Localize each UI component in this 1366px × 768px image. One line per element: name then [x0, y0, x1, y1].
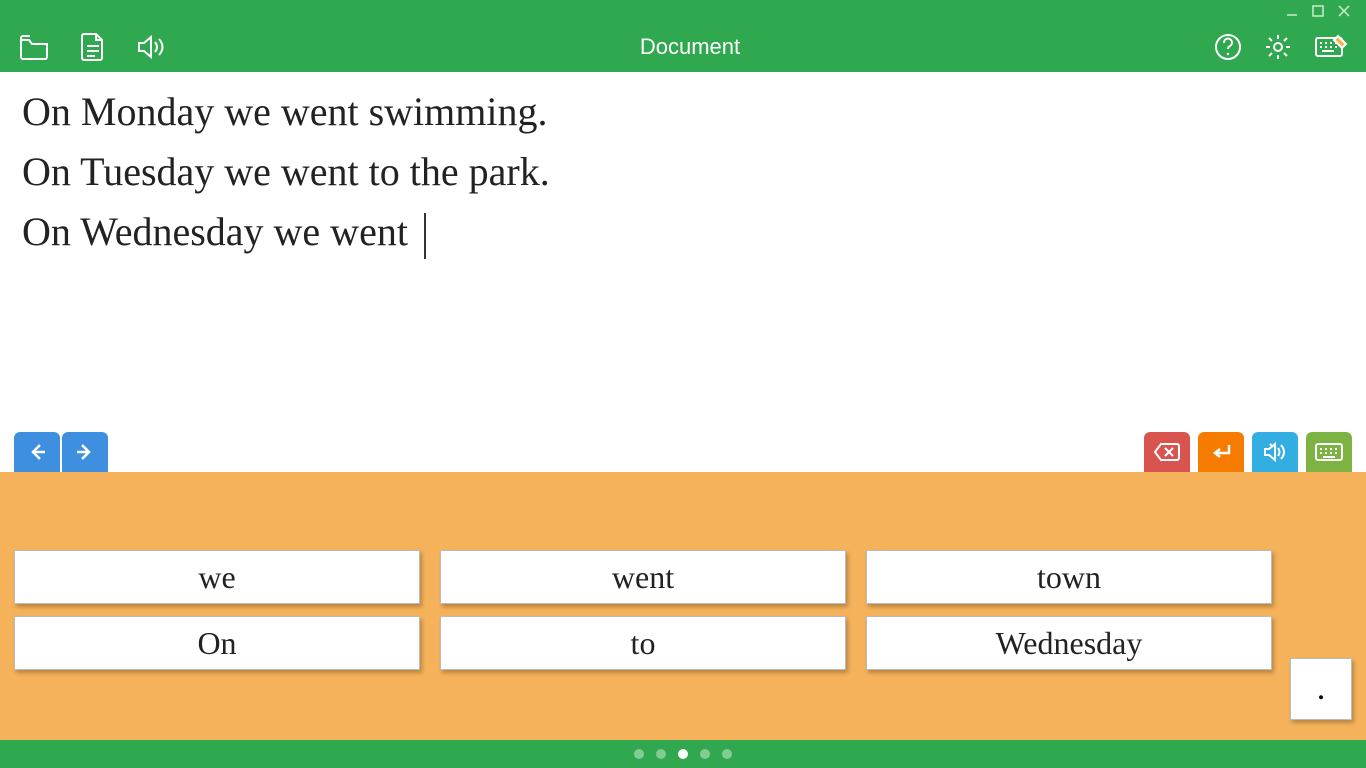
document-icon[interactable] — [80, 32, 106, 62]
document-line: On Monday we went swimming. — [22, 82, 1344, 142]
document-area[interactable]: On Monday we went swimming. On Tuesday w… — [0, 72, 1366, 428]
pager-dot[interactable] — [634, 749, 644, 759]
word-tile[interactable]: town — [866, 550, 1272, 604]
backspace-button[interactable] — [1144, 432, 1190, 472]
keyboard-button[interactable] — [1306, 432, 1352, 472]
gear-icon[interactable] — [1264, 33, 1292, 61]
pager-dot[interactable] — [656, 749, 666, 759]
text-cursor — [424, 213, 426, 259]
pager — [0, 740, 1366, 768]
period-tile[interactable]: . — [1290, 658, 1352, 720]
folder-icon[interactable] — [18, 32, 50, 62]
speak-button[interactable] — [1252, 432, 1298, 472]
document-line: On Tuesday we went to the park. — [22, 142, 1344, 202]
maximize-icon[interactable] — [1312, 5, 1324, 17]
speaker-icon[interactable] — [136, 32, 166, 62]
pager-dot[interactable] — [722, 749, 732, 759]
prev-button[interactable] — [14, 432, 60, 472]
window-chrome — [0, 0, 1366, 22]
window-close-icon[interactable] — [1338, 5, 1350, 17]
minimize-icon[interactable] — [1286, 5, 1298, 17]
word-tile[interactable]: to — [440, 616, 846, 670]
page-title: Document — [166, 34, 1214, 60]
midbar — [0, 428, 1366, 472]
toolbar: Document — [0, 22, 1366, 72]
edit-keyboard-icon[interactable] — [1314, 33, 1348, 61]
pager-dot[interactable] — [700, 749, 710, 759]
word-tile[interactable]: On — [14, 616, 420, 670]
next-button[interactable] — [62, 432, 108, 472]
pager-dot[interactable] — [678, 749, 688, 759]
word-tile[interactable]: we — [14, 550, 420, 604]
word-tile[interactable]: went — [440, 550, 846, 604]
document-line: On Wednesday we went — [22, 202, 1344, 262]
word-tile[interactable]: Wednesday — [866, 616, 1272, 670]
help-icon[interactable] — [1214, 33, 1242, 61]
word-bank: we went town On to Wednesday . — [0, 472, 1366, 740]
enter-button[interactable] — [1198, 432, 1244, 472]
